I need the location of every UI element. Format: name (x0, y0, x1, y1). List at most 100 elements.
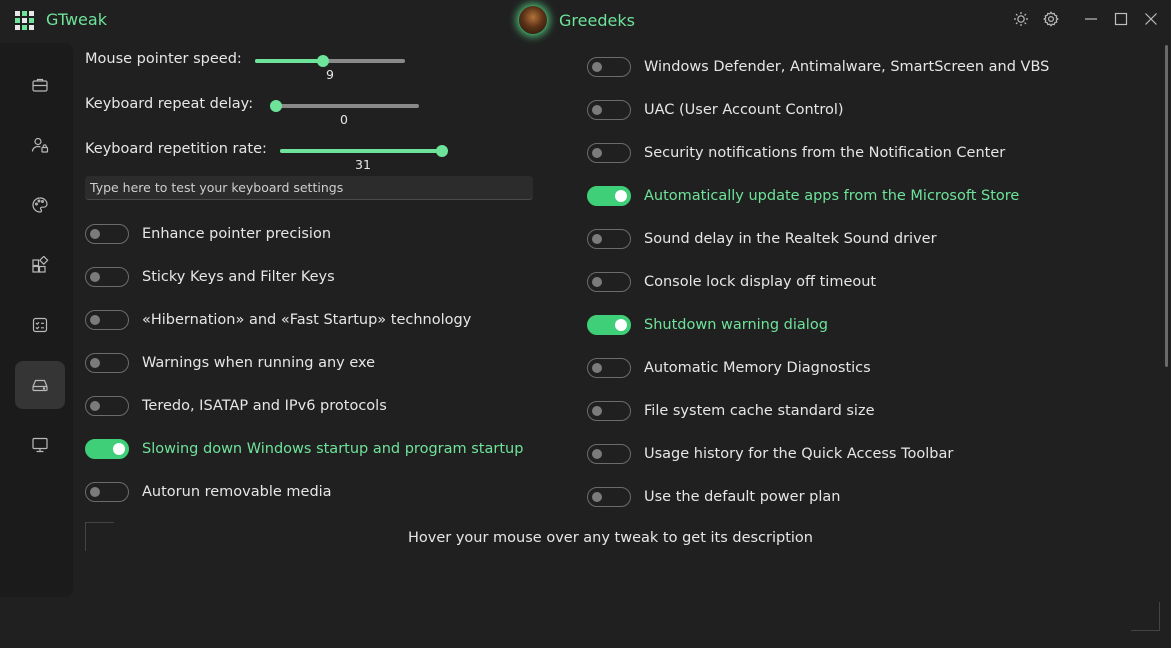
toggle-row[interactable]: Shutdown warning dialog (587, 314, 828, 336)
theme-button[interactable] (1006, 4, 1036, 34)
maximize-icon (1114, 12, 1128, 26)
profile[interactable]: Greedeks (518, 4, 635, 36)
avatar[interactable] (518, 5, 548, 35)
toggle-knob (592, 492, 602, 502)
toggle-label: Windows Defender, Antimalware, SmartScre… (644, 59, 1050, 75)
toggle-switch[interactable] (85, 353, 129, 373)
toggle-switch[interactable] (587, 444, 631, 464)
sidebar-item-confidentiality[interactable] (15, 61, 65, 109)
toggle-knob (615, 190, 627, 202)
sidebar-item-services[interactable] (15, 301, 65, 349)
toggle-switch[interactable] (85, 482, 129, 502)
toggle-switch[interactable] (85, 224, 129, 244)
slider-thumb[interactable] (316, 55, 329, 67)
toggle-switch[interactable] (85, 267, 129, 287)
slider-thumb[interactable] (270, 100, 282, 112)
maximize-button[interactable] (1106, 4, 1136, 34)
toggle-switch[interactable] (587, 272, 631, 292)
slider-value: 0 (340, 112, 348, 127)
toggle-row[interactable]: Sticky Keys and Filter Keys (85, 266, 335, 288)
slider-label: Mouse pointer speed: (85, 51, 242, 67)
toggle-switch[interactable] (587, 57, 631, 77)
toggle-row[interactable]: File system cache standard size (587, 400, 875, 422)
toggle-label: Sticky Keys and Filter Keys (142, 269, 335, 285)
slider-value: 9 (326, 67, 334, 82)
toggle-switch[interactable] (587, 358, 631, 378)
slider-track[interactable] (255, 55, 405, 67)
user-lock-icon (31, 137, 49, 153)
gear-icon (1043, 11, 1059, 27)
close-button[interactable] (1136, 4, 1166, 34)
slider-thumb[interactable] (436, 145, 448, 157)
toggle-switch[interactable] (587, 401, 631, 421)
toggle-row[interactable]: Console lock display off timeout (587, 271, 876, 293)
slider-fill (280, 149, 442, 153)
sidebar-item-system[interactable] (15, 361, 65, 409)
toggle-label: Automatically update apps from the Micro… (644, 188, 1020, 204)
toggle-switch[interactable] (85, 310, 129, 330)
monitor-icon (32, 437, 48, 453)
description-frame-corner (85, 522, 114, 551)
toggle-knob (90, 229, 100, 239)
toggle-label: Enhance pointer precision (142, 226, 332, 242)
toggle-switch[interactable] (587, 315, 631, 335)
sidebar-item-personalization[interactable] (15, 181, 65, 229)
toggle-switch[interactable] (85, 439, 129, 459)
toggle-switch[interactable] (587, 143, 631, 163)
toggle-label: Autorun removable media (142, 484, 332, 500)
toggle-row[interactable]: Autorun removable media (85, 481, 332, 503)
toggle-label: UAC (User Account Control) (644, 102, 844, 118)
toggle-row[interactable]: Slowing down Windows startup and program… (85, 438, 523, 460)
toggle-knob (592, 363, 602, 373)
toggle-label: Usage history for the Quick Access Toolb… (644, 446, 954, 462)
toggle-switch[interactable] (587, 100, 631, 120)
toggle-switch[interactable] (587, 186, 631, 206)
toggle-knob (592, 449, 602, 459)
toggle-knob (90, 358, 100, 368)
minimize-icon (1085, 18, 1097, 20)
toggle-row[interactable]: Automatically update apps from the Micro… (587, 185, 1019, 207)
gtweak-logo-icon (15, 11, 34, 30)
minimize-button[interactable] (1076, 4, 1106, 34)
toggle-row[interactable]: «Hibernation» and «Fast Startup» technol… (85, 309, 471, 331)
toggle-row[interactable]: Sound delay in the Realtek Sound driver (587, 228, 937, 250)
toggle-row[interactable]: Windows Defender, Antimalware, SmartScre… (587, 56, 1049, 78)
toggle-knob (90, 401, 100, 411)
toggle-switch[interactable] (85, 396, 129, 416)
toggle-row[interactable]: UAC (User Account Control) (587, 99, 844, 121)
slider-track[interactable] (270, 100, 419, 112)
toggle-label: Automatic Memory Diagnostics (644, 360, 871, 376)
toggle-row[interactable]: Warnings when running any exe (85, 352, 375, 374)
toggle-label: Teredo, ISATAP and IPv6 protocols (142, 398, 387, 414)
toggle-row[interactable]: Usage history for the Quick Access Toolb… (587, 443, 953, 465)
settings-button[interactable] (1036, 4, 1066, 34)
toggle-row[interactable]: Automatic Memory Diagnostics (587, 357, 871, 379)
toggle-knob (592, 148, 602, 158)
toggle-label: Sound delay in the Realtek Sound driver (644, 231, 937, 247)
palette-icon (32, 197, 48, 213)
sidebar (0, 43, 73, 597)
toggle-knob (90, 315, 100, 325)
toggle-row[interactable]: Teredo, ISATAP and IPv6 protocols (85, 395, 387, 417)
toggle-row[interactable]: Enhance pointer precision (85, 223, 331, 245)
apps-icon (32, 256, 49, 273)
app-title: GTweak (46, 10, 107, 29)
checklist-icon (32, 317, 48, 333)
title-bar: GTweak Greedeks (0, 0, 1171, 40)
toggle-row[interactable]: Use the default power plan (587, 486, 840, 508)
slider-track[interactable] (280, 145, 448, 157)
toggle-row[interactable]: Security notifications from the Notifica… (587, 142, 1005, 164)
toggle-label: Security notifications from the Notifica… (644, 145, 1006, 161)
toggle-label: Console lock display off timeout (644, 274, 877, 290)
keyboard-test-input[interactable] (85, 176, 533, 200)
toggle-knob (113, 443, 125, 455)
toggle-label: Slowing down Windows startup and program… (142, 441, 524, 457)
toggle-switch[interactable] (587, 487, 631, 507)
scrollbar[interactable] (1165, 45, 1168, 367)
sidebar-item-more[interactable] (15, 421, 65, 469)
briefcase-icon (32, 78, 48, 92)
toggle-switch[interactable] (587, 229, 631, 249)
sidebar-item-applications[interactable] (15, 241, 65, 289)
resize-grip (1131, 602, 1160, 631)
sidebar-item-accounts[interactable] (15, 121, 65, 169)
